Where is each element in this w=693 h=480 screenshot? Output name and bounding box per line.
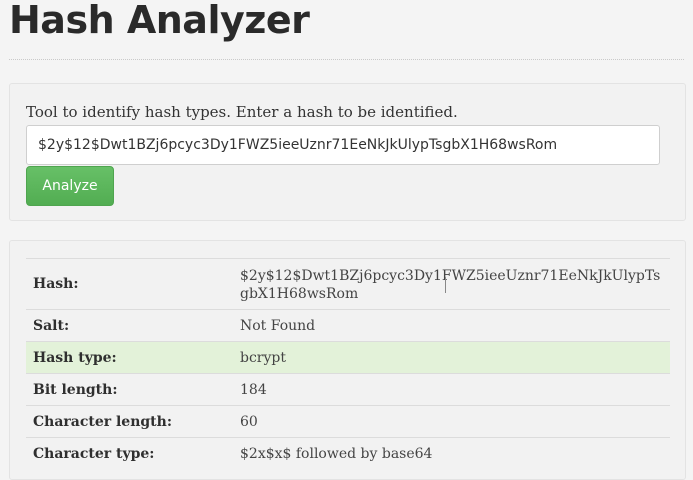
- result-row-salt: Salt: Not Found: [26, 309, 670, 342]
- result-label: Hash type:: [26, 341, 233, 374]
- result-label: Hash:: [26, 258, 233, 310]
- result-row-hash-type: Hash type: bcrypt: [26, 341, 670, 374]
- result-label: Character type:: [26, 437, 233, 469]
- result-value: bcrypt: [233, 341, 670, 374]
- intro-text: Tool to identify hash types. Enter a has…: [26, 103, 458, 121]
- result-row-hash: Hash: $2y$12$Dwt1BZj6pcyc3Dy1FWZ5ieeUznr…: [26, 258, 670, 310]
- result-value: Not Found: [233, 309, 670, 342]
- results-panel: Hash: $2y$12$Dwt1BZj6pcyc3Dy1FWZ5ieeUznr…: [9, 240, 686, 480]
- text-cursor-icon: [445, 277, 446, 293]
- result-value: $2x$x$ followed by base64: [233, 437, 670, 469]
- result-label: Character length:: [26, 405, 233, 438]
- result-value: 184: [233, 373, 670, 406]
- result-row-bit-length: Bit length: 184: [26, 373, 670, 406]
- input-panel: Tool to identify hash types. Enter a has…: [9, 83, 686, 221]
- result-value: $2y$12$Dwt1BZj6pcyc3Dy1FWZ5ieeUznr71EeNk…: [233, 258, 670, 310]
- result-row-character-type: Character type: $2x$x$ followed by base6…: [26, 437, 670, 469]
- result-value: 60: [233, 405, 670, 438]
- page-title: Hash Analyzer: [9, 0, 310, 42]
- hash-input[interactable]: [26, 125, 660, 165]
- title-divider: [9, 59, 684, 60]
- result-label: Salt:: [26, 309, 233, 342]
- result-row-character-length: Character length: 60: [26, 405, 670, 438]
- results-table: Hash: $2y$12$Dwt1BZj6pcyc3Dy1FWZ5ieeUznr…: [26, 258, 670, 469]
- analyze-button[interactable]: Analyze: [26, 166, 114, 206]
- result-label: Bit length:: [26, 373, 233, 406]
